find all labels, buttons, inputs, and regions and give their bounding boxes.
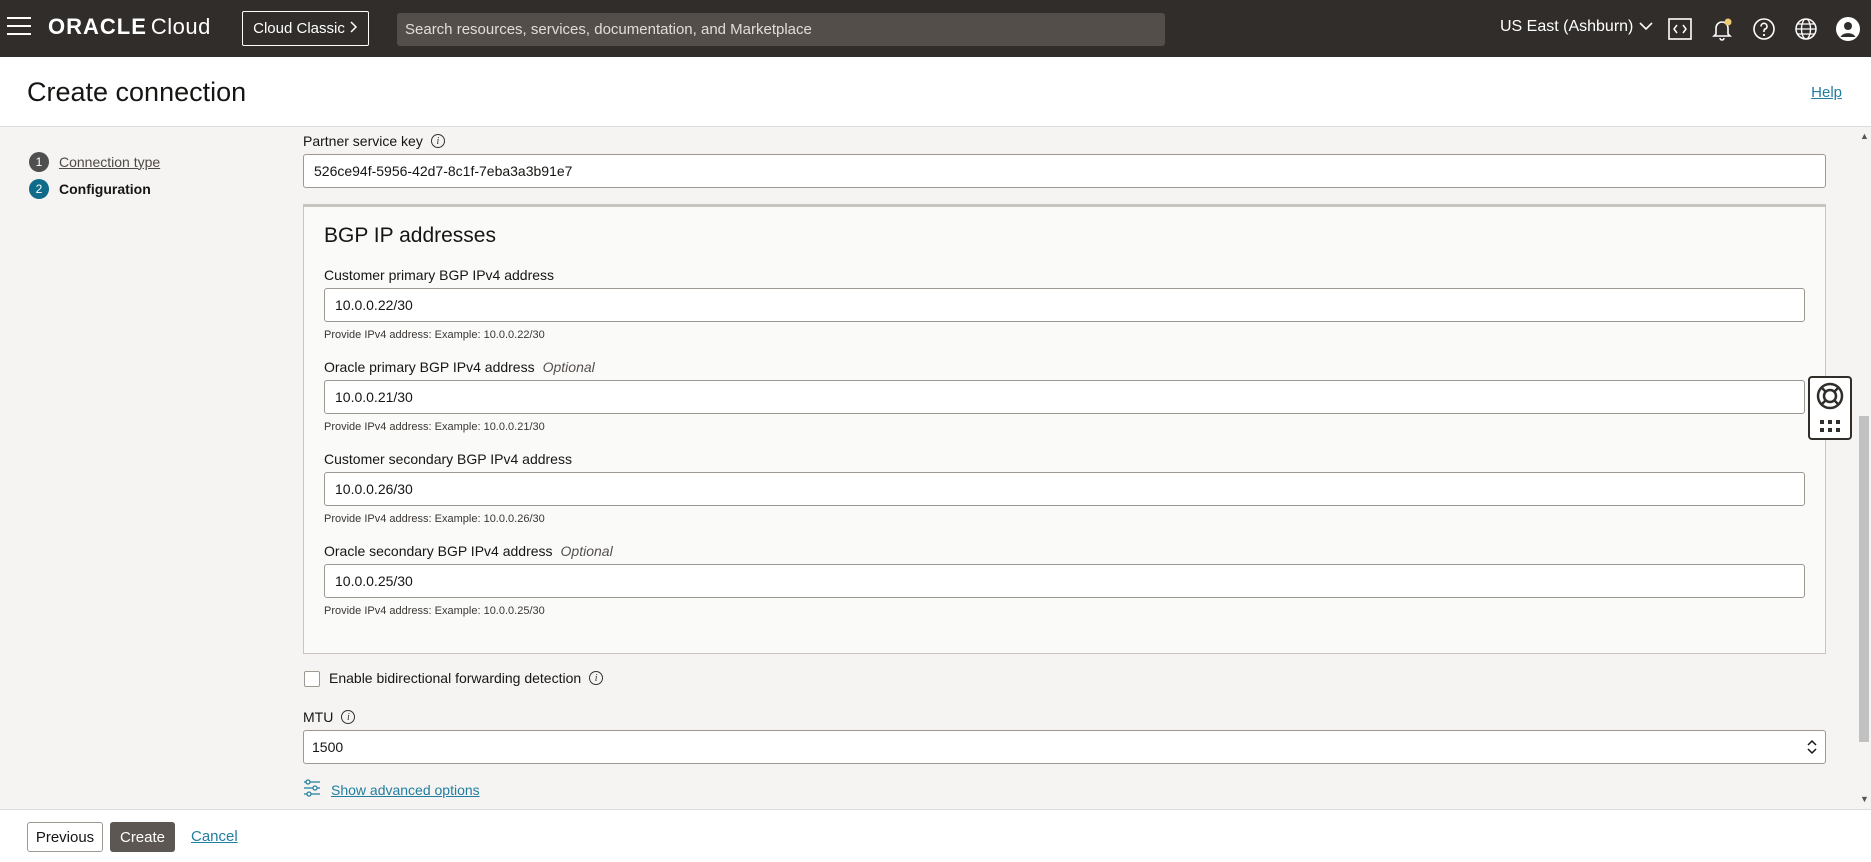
step-number: 1 xyxy=(29,151,49,172)
field-label-text: Enable bidirectional forwarding detectio… xyxy=(329,670,582,686)
page-header: Create connection Help xyxy=(0,57,1871,127)
scroll-down-arrow-icon[interactable]: ▼ xyxy=(1860,794,1869,804)
oracle-cloud-logo[interactable]: ORACLE Cloud xyxy=(48,14,211,40)
customer-primary-bgp-field[interactable]: 10.0.0.22/30 xyxy=(324,288,1805,322)
field-hint: Provide IPv4 address: Example: 10.0.0.25… xyxy=(324,605,545,617)
field-label-text: Oracle primary BGP IPv4 address xyxy=(324,359,535,375)
region-selector[interactable]: US East (Ashburn) xyxy=(1500,18,1653,36)
optional-tag: Optional xyxy=(560,543,613,559)
scrollbar-thumb[interactable] xyxy=(1859,416,1869,742)
customer-secondary-bgp-field[interactable]: 10.0.0.26/30 xyxy=(324,472,1805,506)
partner-service-key-field[interactable]: 526ce94f-5956-42d7-8c1f-7eba3a3b91e7 xyxy=(303,154,1826,188)
top-navigation-bar: ORACLE Cloud Cloud Classic Search resourc… xyxy=(0,0,1871,57)
partner-service-key-label: Partner service key i xyxy=(303,133,445,149)
customer-secondary-bgp-label: Customer secondary BGP IPv4 address xyxy=(324,451,572,467)
mtu-value: 1500 xyxy=(312,739,344,755)
optional-tag: Optional xyxy=(542,359,595,375)
cloud-classic-button[interactable]: Cloud Classic xyxy=(242,11,369,46)
sliders-icon xyxy=(303,779,321,800)
code-editor-icon[interactable] xyxy=(1667,16,1693,42)
wizard-steps: 1 Connection type 2 Configuration xyxy=(29,148,160,202)
mtu-label: MTU i xyxy=(303,709,356,725)
chevron-down-icon xyxy=(1639,18,1653,36)
mtu-select[interactable]: 1500 xyxy=(303,730,1826,764)
info-icon[interactable]: i xyxy=(589,671,604,685)
field-hint: Provide IPv4 address: Example: 10.0.0.22… xyxy=(324,329,545,341)
step-label: Configuration xyxy=(59,180,151,197)
step-label: Connection type xyxy=(59,153,161,170)
field-value: 10.0.0.21/30 xyxy=(335,389,413,405)
up-down-arrows-icon xyxy=(1807,739,1817,757)
field-value: 10.0.0.26/30 xyxy=(335,481,413,497)
help-icon[interactable] xyxy=(1751,16,1777,42)
bfd-label: Enable bidirectional forwarding detectio… xyxy=(329,670,604,686)
create-button[interactable]: Create xyxy=(110,822,175,852)
field-label-text: Customer primary BGP IPv4 address xyxy=(324,267,555,283)
search-input[interactable]: Search resources, services, documentatio… xyxy=(397,13,1165,46)
cancel-link[interactable]: Cancel xyxy=(191,828,238,845)
field-value: 10.0.0.22/30 xyxy=(335,297,413,313)
field-label-text: Partner service key xyxy=(303,133,423,149)
cloud-classic-label: Cloud Classic xyxy=(253,20,345,37)
field-label-text: Oracle secondary BGP IPv4 address xyxy=(324,543,553,559)
step-configuration: 2 Configuration xyxy=(29,175,160,202)
field-label-text: Customer secondary BGP IPv4 address xyxy=(324,451,572,467)
help-link[interactable]: Help xyxy=(1811,84,1842,101)
page-title: Create connection xyxy=(27,77,247,107)
globe-icon[interactable] xyxy=(1793,16,1819,42)
life-ring-icon xyxy=(1815,381,1845,414)
logo-brand: ORACLE xyxy=(48,14,147,39)
field-value: 10.0.0.25/30 xyxy=(335,573,413,589)
logo-suffix: Cloud xyxy=(150,14,211,39)
menu-icon[interactable] xyxy=(7,17,31,37)
field-value: 526ce94f-5956-42d7-8c1f-7eba3a3b91e7 xyxy=(314,163,573,179)
region-label: US East (Ashburn) xyxy=(1500,18,1634,35)
info-icon[interactable]: i xyxy=(430,134,445,148)
previous-button[interactable]: Previous xyxy=(27,822,103,852)
oracle-primary-bgp-field[interactable]: 10.0.0.21/30 xyxy=(324,380,1805,414)
info-icon[interactable]: i xyxy=(341,710,356,724)
show-advanced-options-link[interactable]: Show advanced options xyxy=(303,779,480,800)
oracle-secondary-bgp-field[interactable]: 10.0.0.25/30 xyxy=(324,564,1805,598)
bgp-section-title: BGP IP addresses xyxy=(324,224,496,247)
step-connection-type[interactable]: 1 Connection type xyxy=(29,148,160,175)
user-icon[interactable] xyxy=(1835,16,1861,42)
page-footer xyxy=(0,809,1871,862)
customer-primary-bgp-label: Customer primary BGP IPv4 address xyxy=(324,267,554,283)
bfd-checkbox[interactable] xyxy=(304,671,320,687)
field-label-text: MTU xyxy=(303,709,334,725)
oracle-primary-bgp-label: Oracle primary BGP IPv4 address Optional xyxy=(324,359,595,375)
step-number: 2 xyxy=(29,178,49,199)
advanced-options-label: Show advanced options xyxy=(331,781,480,798)
oracle-secondary-bgp-label: Oracle secondary BGP IPv4 address Option… xyxy=(324,543,613,559)
grid-icon xyxy=(1819,419,1841,436)
help-widget[interactable] xyxy=(1808,376,1852,440)
search-placeholder: Search resources, services, documentatio… xyxy=(405,21,812,38)
bell-icon[interactable] xyxy=(1709,16,1735,42)
chevron-right-icon xyxy=(350,20,358,37)
field-hint: Provide IPv4 address: Example: 10.0.0.26… xyxy=(324,513,545,525)
scroll-up-arrow-icon[interactable]: ▲ xyxy=(1860,131,1869,141)
field-hint: Provide IPv4 address: Example: 10.0.0.21… xyxy=(324,421,545,433)
